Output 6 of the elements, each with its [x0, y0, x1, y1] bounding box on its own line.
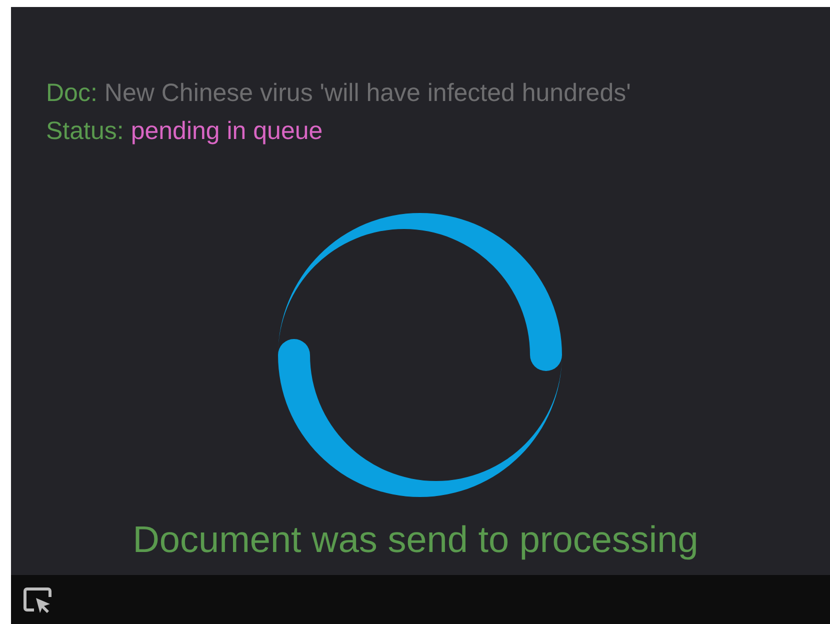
status-label: Status: — [46, 116, 124, 147]
doc-title: New Chinese virus 'will have infected hundreds' — [104, 78, 631, 109]
doc-label: Doc: — [46, 78, 98, 109]
status-value: pending in queue — [130, 116, 323, 147]
processing-message: Document was send to processing — [132, 518, 698, 562]
cursor-select-icon[interactable] — [22, 586, 53, 613]
